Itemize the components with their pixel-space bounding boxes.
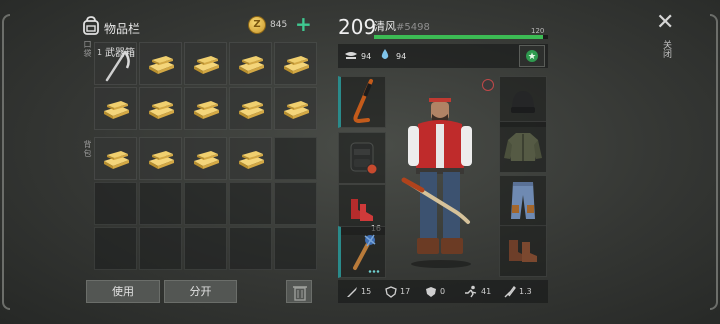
jeans-icon [511, 182, 535, 219]
star-icon [526, 50, 538, 62]
xp-bar-fill [374, 35, 543, 39]
beanie-icon [511, 91, 535, 113]
damage-multiplier-icon [504, 286, 516, 298]
damage-multiplier-value: 1.3 [519, 287, 532, 296]
backpack-icon [83, 16, 99, 35]
brick-icon [148, 150, 174, 169]
delete-button[interactable] [286, 280, 312, 303]
jacket-slot[interactable] [499, 121, 547, 173]
backpack-slot[interactable] [94, 137, 137, 180]
pants-slot[interactable] [499, 175, 547, 227]
backpack-slot[interactable] [229, 227, 272, 270]
pocket-slot[interactable] [229, 87, 272, 130]
close-button[interactable]: ✕ [656, 12, 674, 34]
attack-value: 15 [361, 287, 372, 296]
brick-icon [238, 55, 264, 74]
pocket-slot[interactable] [229, 42, 272, 85]
backpack-slot[interactable] [139, 182, 182, 225]
weapon-box-count: 1 [97, 48, 103, 57]
backpack-slot[interactable] [274, 182, 317, 225]
durability-dots [368, 270, 380, 273]
backpack-slot[interactable] [184, 227, 227, 270]
backpack-grid [94, 137, 317, 270]
pocket-slot[interactable] [184, 42, 227, 85]
pocket-slot[interactable] [184, 87, 227, 130]
backpack-slot[interactable] [274, 227, 317, 270]
brick-icon [238, 100, 264, 119]
character-badge[interactable] [482, 79, 494, 91]
hockey-stick-icon [353, 79, 373, 124]
weapon-box-label: 武器箱 [105, 48, 135, 59]
melee-slot[interactable] [338, 226, 386, 278]
split-button[interactable]: 分开 [164, 280, 237, 303]
xp-max: 120 [531, 27, 545, 35]
pocket-label: 口袋 [83, 40, 92, 58]
defense-icon [426, 287, 436, 297]
pocket-grid: 1 武器箱 [94, 42, 317, 130]
jacket-icon [504, 133, 542, 161]
character-avatar [401, 92, 472, 268]
backpack-label: 背包 [83, 140, 92, 158]
boots-slot[interactable] [499, 225, 547, 277]
red-boots-icon [351, 199, 373, 221]
food-icon [345, 52, 357, 59]
backpack-slot[interactable] [184, 182, 227, 225]
pocket-slot[interactable] [94, 87, 137, 130]
armor-value: 17 [400, 287, 411, 296]
brick-icon [103, 100, 129, 119]
player-id: #5498 [396, 22, 430, 33]
coin-count: 845 [270, 20, 288, 30]
add-coins-button[interactable]: + [295, 12, 312, 36]
defense-value: 0 [440, 287, 446, 296]
boots-icon [509, 240, 537, 262]
pocket-slot[interactable] [274, 87, 317, 130]
attack-icon [347, 287, 357, 297]
brick-icon [103, 150, 129, 169]
player-name-line: 清风#5498 [374, 18, 430, 34]
speed-icon [465, 285, 477, 298]
inventory-title: 物品栏 [104, 22, 141, 36]
backpack-slot[interactable] [184, 137, 227, 180]
brick-icon [193, 55, 219, 74]
water-icon [381, 49, 389, 59]
brick-icon [283, 100, 309, 119]
use-button[interactable]: 使用 [86, 280, 160, 303]
backpack-slot[interactable] [139, 137, 182, 180]
backpack-slot[interactable] [94, 227, 137, 270]
player-level: 209 [338, 15, 377, 39]
brick-icon [238, 150, 264, 169]
pocket-slot[interactable] [274, 42, 317, 85]
weapon-slot[interactable] [338, 76, 386, 128]
water-value: 94 [396, 52, 407, 61]
pocket-slot[interactable]: 1 武器箱 [94, 42, 137, 85]
coin-icon: Z [248, 16, 266, 34]
backpack-slot[interactable] [139, 227, 182, 270]
brick-icon [283, 55, 309, 74]
brick-icon [193, 150, 219, 169]
brick-icon [193, 100, 219, 119]
player-name: 清风 [374, 20, 396, 33]
speed-value: 41 [481, 287, 492, 296]
backpack-item-icon [350, 142, 378, 175]
spiked-club-icon [353, 234, 376, 270]
close-label[interactable]: 关闭 [660, 40, 673, 58]
pocket-slot[interactable] [139, 42, 182, 85]
left-frame-edge [2, 14, 10, 310]
backpack-slot[interactable] [229, 182, 272, 225]
food-value: 94 [361, 52, 372, 61]
pocket-slot[interactable] [139, 87, 182, 130]
backpack-slot[interactable] [229, 137, 272, 180]
backpack-slot[interactable] [274, 137, 317, 180]
backpack-slot[interactable] [338, 132, 386, 184]
brick-icon [148, 55, 174, 74]
trash-icon [293, 286, 307, 301]
brick-icon [148, 100, 174, 119]
xp-bar [374, 35, 548, 39]
armor-icon [385, 286, 397, 298]
backpack-slot[interactable] [94, 182, 137, 225]
right-frame-edge [710, 14, 718, 310]
perks-button[interactable] [519, 45, 545, 67]
